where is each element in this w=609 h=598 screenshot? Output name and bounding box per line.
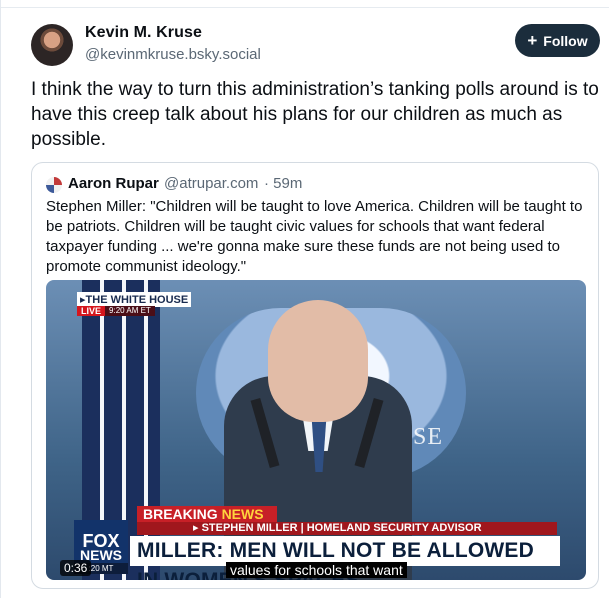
quoted-author-name[interactable]: Aaron Rupar xyxy=(68,175,159,192)
breaking-news-banner: BREAKING NEWS xyxy=(137,506,277,522)
breaking-news-text: NEWS xyxy=(221,506,264,522)
quoted-author-handle[interactable]: @atrupar.com xyxy=(164,175,258,192)
divider xyxy=(1,0,609,8)
quoted-timestamp: · 59m xyxy=(264,175,303,192)
follow-button[interactable]: + Follow xyxy=(515,24,600,57)
live-label: LIVE xyxy=(77,306,106,316)
quoted-text: Stephen Miller: "Children will be taught… xyxy=(46,198,583,275)
live-bug: LIVE 9:20 AM ET xyxy=(77,306,189,316)
avatar[interactable] xyxy=(31,24,73,66)
lower-third-subline: ▸ STEPHEN MILLER | HOMELAND SECURITY ADV… xyxy=(137,522,557,535)
post-card: Kevin M. Kruse @kevinmkruse.bsky.social … xyxy=(0,0,609,598)
author-handle[interactable]: @kevinmkruse.bsky.social xyxy=(85,46,261,63)
live-time: 9:20 AM ET xyxy=(105,306,155,316)
quoted-avatar[interactable] xyxy=(46,177,62,193)
quoted-post[interactable]: Aaron Rupar @atrupar.com · 59m Stephen M… xyxy=(31,162,599,589)
plus-icon: + xyxy=(527,31,538,50)
post-text: I think the way to turn this administrat… xyxy=(31,79,599,150)
video-duration: 0:36 xyxy=(60,560,92,576)
speaker-head xyxy=(268,300,368,422)
video-caption: values for schools that want xyxy=(226,562,407,578)
video-player[interactable]: HOUSE ▸THE WHITE HOUSE LIVE 9:20 AM ET F… xyxy=(46,280,586,580)
follow-label: Follow xyxy=(543,32,588,49)
location-label: ▸THE WHITE HOUSE xyxy=(77,292,192,307)
author-name[interactable]: Kevin M. Kruse xyxy=(85,24,202,42)
breaking-prefix: BREAKING xyxy=(143,506,222,522)
